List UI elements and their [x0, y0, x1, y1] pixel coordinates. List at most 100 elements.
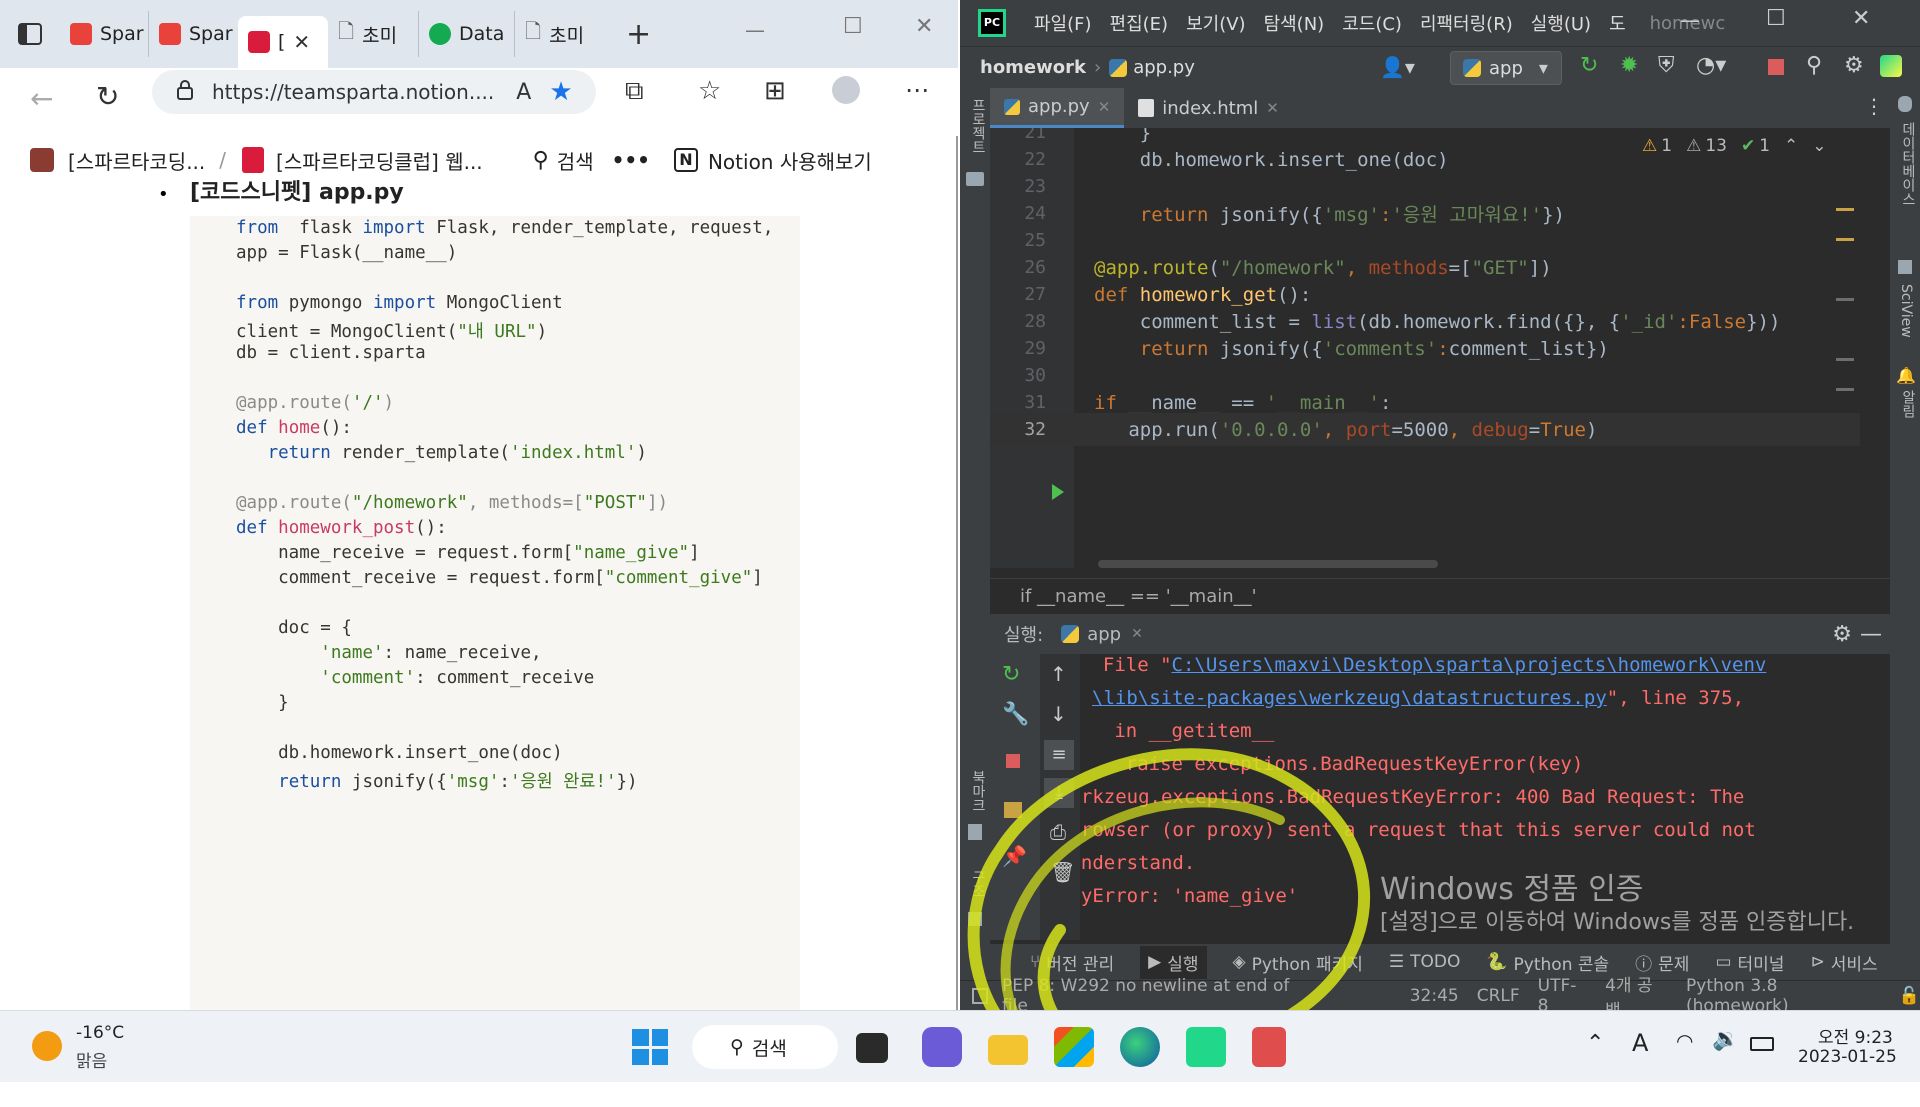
tab-actions-icon[interactable] [0, 23, 60, 45]
browser-tab[interactable]: 🗋 초미 [514, 11, 604, 57]
soft-wrap-icon[interactable]: ≡ [1044, 740, 1074, 770]
microsoft-store-icon[interactable] [1054, 1027, 1094, 1067]
line-separator[interactable]: CRLF [1477, 986, 1520, 1006]
tool-window-button[interactable]: ⊳ 서비스 [1810, 950, 1877, 975]
profile-run-icon[interactable]: ◔▾ [1696, 53, 1726, 78]
url-text[interactable]: https://teamsparta.notion.... [212, 80, 494, 104]
menu-item[interactable]: 파일(F) [1034, 10, 1092, 36]
stop-icon[interactable] [1006, 754, 1020, 768]
structure-tool-label[interactable]: 구조 [968, 870, 988, 898]
file-crumb[interactable]: app.py [1133, 57, 1195, 78]
project-crumb[interactable]: homework [980, 57, 1086, 78]
battery-icon[interactable] [1750, 1037, 1774, 1051]
tool-window-button[interactable]: ◈ Python 패키지 [1233, 950, 1363, 975]
search-icon[interactable]: ⚲ [533, 148, 549, 173]
notifications-tool-label[interactable]: 알림 [1898, 390, 1918, 418]
browser-tab[interactable]: Spar [60, 11, 148, 57]
arrow-down-icon[interactable]: ↓ [1050, 702, 1067, 726]
wrench-icon[interactable]: 🔧 [1002, 702, 1029, 727]
volume-icon[interactable]: 🔉 [1712, 1027, 1739, 1052]
browser-tab[interactable]: Data [418, 11, 514, 57]
stop-icon[interactable] [1768, 59, 1784, 75]
code-editor[interactable]: ⚠ 1 ⚠ 13 ✔ 1 ⌃ ⌄ 21 } 22 db.homework.insert_… [990, 128, 1860, 568]
collections-icon[interactable]: ⊞ [764, 76, 786, 106]
scroll-to-end-icon[interactable]: ⤓ [1044, 778, 1074, 808]
chat-icon[interactable] [922, 1027, 962, 1067]
read-aloud-icon[interactable]: A [516, 80, 531, 105]
minimize-icon[interactable]: — [745, 18, 765, 42]
run-gutter-icon[interactable] [1052, 484, 1064, 500]
back-icon[interactable]: ← [30, 82, 53, 115]
favorite-star-icon[interactable]: ★ [549, 77, 572, 107]
new-tab-icon[interactable]: + [626, 17, 651, 52]
search-icon[interactable]: ⚲ [1806, 53, 1822, 78]
bookmarks-tool-label[interactable]: 북마크 [968, 770, 988, 812]
weather-sun-icon[interactable] [32, 1031, 62, 1061]
user-icon[interactable]: 👤▾ [1380, 55, 1415, 79]
rerun-icon[interactable]: ↻ [1580, 53, 1598, 78]
weather-temp[interactable]: -16°C [76, 1023, 124, 1043]
pin-icon[interactable]: 📌 [1002, 844, 1027, 868]
tool-window-button[interactable]: ▶ 실행 [1140, 945, 1207, 979]
browser-tab[interactable]: Spar [148, 11, 238, 57]
task-view-icon[interactable] [856, 1033, 888, 1063]
folder-icon[interactable] [966, 172, 984, 186]
menu-item[interactable]: 탐색(N) [1264, 10, 1325, 36]
project-tool-label[interactable]: 프로젝트 [968, 98, 988, 154]
sciview-icon[interactable] [1898, 260, 1912, 274]
traceback-link[interactable]: C:\Users\maxvi\Desktop\sparta\projects\h… [1172, 654, 1767, 676]
breadcrumb-item[interactable]: [스파르타코딩... [68, 146, 205, 175]
close-tab-icon[interactable]: ✕ [1131, 626, 1143, 642]
weather-desc[interactable]: 맑음 [76, 1047, 107, 1072]
tool-window-button[interactable]: 🐍 Python 콘솔 [1486, 950, 1609, 975]
snipping-tool-icon[interactable] [1252, 1027, 1286, 1067]
more-menu-icon[interactable]: ⋯ [905, 76, 929, 104]
extensions-icon[interactable]: ⧉ [625, 76, 644, 107]
wifi-icon[interactable]: ◠ [1676, 1029, 1693, 1053]
settings-gear-icon[interactable]: ⚙ [1844, 53, 1864, 78]
run-tab[interactable]: app [1087, 624, 1121, 645]
tab-app-py[interactable]: app.py ✕ [990, 88, 1125, 128]
database-icon[interactable] [1898, 96, 1912, 112]
favorites-icon[interactable]: ☆ [698, 76, 721, 106]
browser-tab-active[interactable]: [ ✕ [238, 16, 328, 68]
menu-item[interactable]: 실행(U) [1531, 10, 1591, 36]
taskbar-search[interactable]: ⚲ 검색 [692, 1025, 838, 1069]
caret-position[interactable]: 32:45 [1410, 986, 1459, 1006]
file-explorer-icon[interactable] [988, 1035, 1028, 1065]
breadcrumb-item[interactable]: [스파르타코딩클럽] 웹... [276, 146, 483, 175]
start-windows-icon[interactable] [632, 1029, 668, 1065]
run-config-selector[interactable]: app ▾ [1450, 51, 1562, 85]
tray-chevron-up-icon[interactable]: ⌃ [1586, 1031, 1604, 1056]
chevron-down-icon[interactable]: ⌄ [1812, 136, 1826, 156]
arrow-up-icon[interactable]: ↑ [1050, 662, 1067, 686]
clock-time[interactable]: 오전 9:23 [1818, 1023, 1893, 1048]
chevron-up-icon[interactable]: ⌃ [1784, 136, 1798, 156]
close-window-icon[interactable]: ✕ [1852, 6, 1870, 31]
tool-window-button[interactable]: ▭ 터미널 [1715, 950, 1784, 975]
menu-item[interactable]: 코드(C) [1342, 10, 1402, 36]
tool-window-button[interactable]: ☰ TODO [1389, 952, 1461, 972]
profile-icon[interactable] [832, 76, 860, 104]
browser-tab[interactable]: 🗋 초미 [328, 11, 418, 57]
hide-panel-icon[interactable]: — [1860, 622, 1882, 647]
close-tab-icon[interactable]: ✕ [293, 30, 310, 54]
rerun-icon[interactable]: ↻ [1002, 662, 1020, 687]
edge-browser-icon[interactable] [1120, 1027, 1160, 1067]
close-tab-icon[interactable]: ✕ [1098, 98, 1111, 116]
status-square-icon[interactable] [972, 987, 988, 1004]
try-notion-link[interactable]: Notion 사용해보기 [708, 146, 872, 175]
horizontal-scrollbar[interactable] [1098, 560, 1438, 568]
maximize-icon[interactable]: ☐ [1766, 6, 1786, 31]
print-icon[interactable]: ⎙ [1050, 820, 1066, 844]
tab-index-html[interactable]: index.html ✕ [1124, 88, 1293, 128]
menu-item[interactable]: 보기(V) [1186, 10, 1245, 36]
tab-menu-icon[interactable]: ⋮ [1864, 94, 1884, 118]
search-label[interactable]: 검색 [557, 146, 594, 175]
editor-breadcrumb[interactable]: if __name__ == '__main__' [990, 578, 1890, 614]
ime-icon[interactable]: A [1632, 1029, 1648, 1057]
breadcrumb-text[interactable]: if __name__ == '__main__' [1020, 586, 1257, 607]
close-window-icon[interactable]: ✕ [915, 14, 933, 39]
menu-item[interactable]: 도 [1609, 10, 1626, 36]
close-tab-icon[interactable]: ✕ [1266, 99, 1279, 117]
